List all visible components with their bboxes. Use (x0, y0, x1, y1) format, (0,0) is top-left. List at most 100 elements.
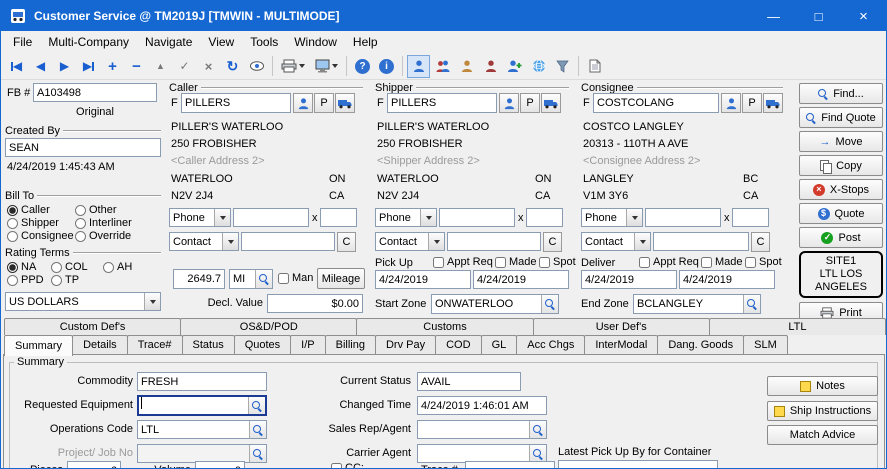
tab-status[interactable]: Status (182, 335, 235, 354)
caller-phone-combo[interactable]: Phone (169, 208, 231, 227)
distance-input[interactable]: 2649.7 (173, 269, 225, 289)
tab-osd-pod[interactable]: OS&D/POD (180, 318, 357, 335)
tab-acc-chgs[interactable]: Acc Chgs (516, 335, 585, 354)
shipper-p-button[interactable]: P (520, 93, 540, 113)
tab-custom-defs[interactable]: Custom Def's (4, 318, 181, 335)
nav-first-icon[interactable]: ◀ (5, 55, 28, 78)
fb-number-input[interactable]: A103498 (33, 83, 157, 102)
lookup-button[interactable] (529, 445, 546, 462)
driver-user-icon[interactable] (455, 55, 478, 78)
users-icon[interactable] (431, 55, 454, 78)
distance-unit-field[interactable]: MI (229, 269, 273, 289)
deliver-date-to-input[interactable]: 4/24/2019 (679, 270, 775, 289)
edit-record-icon[interactable]: ▲ (149, 55, 172, 78)
caller-c-button[interactable]: C (337, 232, 356, 252)
shipper-phone-input[interactable] (439, 208, 515, 227)
shipper-contact-combo[interactable]: Contact (375, 232, 445, 251)
shipper-ext-input[interactable] (526, 208, 563, 227)
pickup-made-checkbox[interactable]: Made (495, 256, 537, 268)
caller-phone-input[interactable] (233, 208, 309, 227)
consignee-phone-input[interactable] (645, 208, 721, 227)
tab-ip[interactable]: I/P (290, 335, 325, 354)
end-zone-field[interactable]: BCLANGLEY (633, 294, 761, 314)
caller-ext-input[interactable] (320, 208, 357, 227)
post-button[interactable]: ✓Post (799, 227, 883, 248)
deliver-spot-checkbox[interactable]: Spot (745, 256, 782, 268)
lookup-button[interactable] (248, 397, 265, 414)
maximize-button[interactable]: □ (796, 1, 841, 31)
caller-vehicle-icon-button[interactable] (335, 93, 355, 113)
nav-prev-icon[interactable]: ◀ (29, 55, 52, 78)
dropdown-arrow-icon[interactable] (428, 233, 444, 250)
menu-item-view[interactable]: View (200, 31, 242, 53)
pickup-date-from-input[interactable]: 4/24/2019 (375, 270, 471, 289)
rating-ah-radio[interactable]: AH (103, 261, 132, 273)
deliver-made-checkbox[interactable]: Made (701, 256, 743, 268)
dropdown-arrow-icon[interactable] (626, 209, 642, 226)
shipper-phone-combo[interactable]: Phone (375, 208, 437, 227)
vendor-user-icon[interactable] (479, 55, 502, 78)
bill-to-caller-radio[interactable]: Caller (7, 204, 50, 216)
filter-icon[interactable] (551, 55, 574, 78)
bill-to-consignee-radio[interactable]: Consignee (7, 230, 74, 242)
info-icon[interactable]: i (375, 55, 398, 78)
tab-slm[interactable]: SLM (743, 335, 788, 354)
bill-to-interliner-radio[interactable]: Interliner (75, 217, 132, 229)
customer-user-icon[interactable] (407, 55, 430, 78)
minimize-button[interactable]: — (751, 1, 796, 31)
close-button[interactable]: × (841, 1, 886, 31)
print-icon[interactable] (277, 55, 309, 78)
lookup-button[interactable] (529, 421, 546, 438)
caller-contact-input[interactable] (241, 232, 335, 251)
menu-item-navigate[interactable]: Navigate (137, 31, 200, 53)
shipper-client-icon-button[interactable] (499, 93, 519, 113)
document-icon[interactable] (583, 55, 606, 78)
find-button[interactable]: Find... (799, 83, 883, 104)
add-record-icon[interactable]: + (101, 55, 124, 78)
consignee-phone-combo[interactable]: Phone (581, 208, 643, 227)
tab-drv-pay[interactable]: Drv Pay (375, 335, 436, 354)
menu-item-file[interactable]: File (5, 31, 40, 53)
start-zone-field[interactable]: ONWATERLOO (431, 294, 559, 314)
tab-quotes[interactable]: Quotes (234, 335, 291, 354)
deliver-appt-req-checkbox[interactable]: Appt Req (639, 256, 699, 268)
pieces-input[interactable]: 6 (67, 461, 121, 468)
tab-dang-goods[interactable]: Dang. Goods (657, 335, 744, 354)
latest-pickup-input[interactable] (558, 460, 718, 468)
currency-combo[interactable]: US DOLLARS (5, 292, 161, 311)
confirm-icon[interactable]: ✓ (173, 55, 196, 78)
add-user-icon[interactable] (503, 55, 526, 78)
menu-item-window[interactable]: Window (286, 31, 345, 53)
consignee-contact-input[interactable] (653, 232, 749, 251)
tab-customs[interactable]: Customs (356, 318, 533, 335)
move-button[interactable]: →Move (799, 131, 883, 152)
trace-number-input[interactable] (465, 461, 555, 468)
tab-gl[interactable]: GL (481, 335, 518, 354)
cc-checkbox[interactable]: CC: (331, 462, 364, 468)
tab-intermodal[interactable]: InterModal (584, 335, 658, 354)
print-preview-icon[interactable] (310, 55, 342, 78)
dropdown-arrow-icon[interactable] (634, 233, 650, 250)
lookup-button[interactable] (541, 295, 558, 313)
consignee-code-input[interactable]: COSTCOLANG (593, 93, 719, 113)
caller-client-icon-button[interactable] (293, 93, 313, 113)
globe-icon[interactable] (527, 55, 550, 78)
pickup-date-to-input[interactable]: 4/24/2019 (473, 270, 569, 289)
copy-button[interactable]: Copy (799, 155, 883, 176)
shipper-vehicle-icon-button[interactable] (541, 93, 561, 113)
consignee-contact-combo[interactable]: Contact (581, 232, 651, 251)
dropdown-arrow-icon[interactable] (420, 209, 436, 226)
view-icon[interactable] (245, 55, 268, 78)
commodity-input[interactable]: FRESH (137, 372, 267, 391)
manual-mileage-checkbox[interactable]: Man (278, 272, 313, 284)
ship-instructions-button[interactable]: Ship Instructions (767, 401, 878, 421)
caller-p-button[interactable]: P (314, 93, 334, 113)
rating-ppd-radio[interactable]: PPD (7, 274, 44, 286)
menu-item-tools[interactable]: Tools (242, 31, 286, 53)
dropdown-arrow-icon[interactable] (214, 209, 230, 226)
lookup-button[interactable] (743, 295, 760, 313)
sales-rep-field[interactable] (417, 420, 547, 439)
find-quote-button[interactable]: Find Quote (799, 107, 883, 128)
lookup-button[interactable] (255, 270, 272, 288)
consignee-client-icon-button[interactable] (721, 93, 741, 113)
